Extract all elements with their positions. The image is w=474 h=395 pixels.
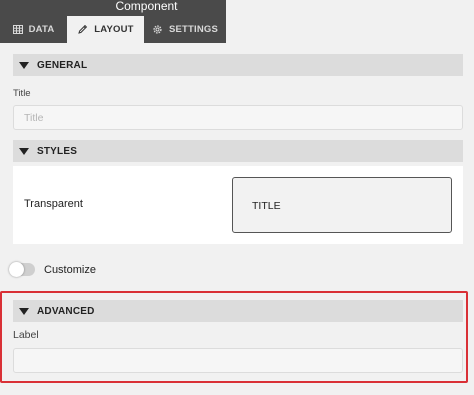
- title-input[interactable]: [13, 105, 463, 130]
- style-option-label: Transparent: [24, 198, 83, 210]
- label-field-label: Label: [13, 329, 39, 341]
- customize-label: Customize: [44, 264, 96, 276]
- section-styles-title: STYLES: [37, 145, 78, 157]
- pencil-icon: [77, 24, 88, 35]
- section-general-header[interactable]: GENERAL: [13, 54, 463, 76]
- label-input[interactable]: [13, 348, 463, 373]
- collapse-triangle-icon: [19, 61, 29, 69]
- collapse-triangle-icon: [19, 307, 29, 315]
- collapse-triangle-icon: [19, 147, 29, 155]
- section-advanced-title: ADVANCED: [37, 305, 95, 317]
- tab-data[interactable]: DATA: [0, 16, 67, 43]
- style-preview: TITLE: [232, 177, 452, 233]
- tab-settings-label: SETTINGS: [168, 24, 219, 35]
- toggle-knob: [9, 262, 24, 277]
- table-icon: [12, 25, 23, 34]
- customize-toggle[interactable]: [9, 262, 35, 277]
- tab-settings[interactable]: SETTINGS: [144, 16, 226, 43]
- style-preview-text: TITLE: [252, 200, 281, 212]
- tab-layout[interactable]: LAYOUT: [67, 16, 144, 43]
- component-title: Component: [115, 0, 178, 13]
- section-styles-header[interactable]: STYLES: [13, 140, 463, 162]
- section-advanced-header[interactable]: ADVANCED: [13, 300, 463, 322]
- tab-layout-label: LAYOUT: [94, 24, 134, 35]
- style-option-transparent[interactable]: Transparent TITLE: [13, 166, 463, 244]
- panel-header: Component DATA LAYOUT SETTINGS: [0, 0, 474, 43]
- gear-icon: [152, 24, 163, 35]
- tab-data-label: DATA: [28, 24, 55, 35]
- title-field-label: Title: [13, 88, 31, 99]
- section-general-title: GENERAL: [37, 59, 88, 71]
